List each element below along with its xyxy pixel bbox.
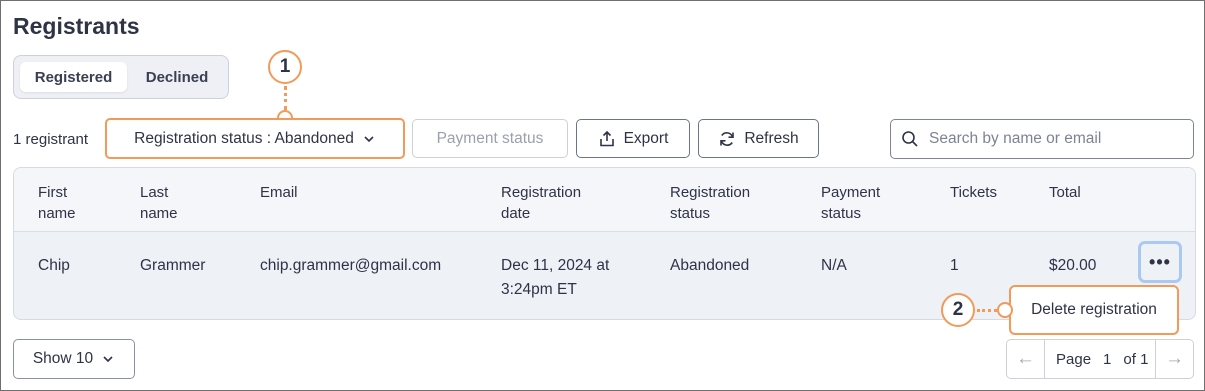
refresh-label: Refresh xyxy=(744,129,799,147)
registration-status-label: Registration status : Abandoned xyxy=(134,129,354,147)
pagination: ← Page 1 of 1 → xyxy=(1006,339,1194,379)
registrant-count: 1 registrant xyxy=(13,131,89,148)
refresh-button[interactable]: Refresh xyxy=(698,119,819,158)
export-icon xyxy=(599,130,614,146)
page-size-dropdown[interactable]: Show 10 xyxy=(13,339,135,379)
callout-2-connector xyxy=(977,309,997,312)
header-last-name: Last name xyxy=(140,184,178,222)
cell-email: chip.grammer@gmail.com xyxy=(260,257,442,274)
tab-registered[interactable]: Registered xyxy=(20,62,127,92)
refresh-icon xyxy=(720,131,735,146)
chevron-down-icon xyxy=(364,135,374,142)
row-actions-button[interactable]: ••• xyxy=(1138,241,1182,283)
header-registration-status: Registration status xyxy=(670,184,751,222)
header-payment-status: Payment status xyxy=(821,184,881,222)
callout-2: 2 xyxy=(941,293,975,327)
page-size-label: Show 10 xyxy=(32,350,94,367)
payment-status-label: Payment status xyxy=(436,129,544,147)
cell-total: $20.00 xyxy=(1049,257,1097,274)
page-title: Registrants xyxy=(13,13,140,39)
cell-last-name: Grammer xyxy=(140,257,206,274)
page-label: Page xyxy=(1056,350,1092,368)
cell-tickets: 1 xyxy=(950,257,959,274)
export-button[interactable]: Export xyxy=(576,119,690,158)
search-icon xyxy=(902,131,918,147)
callout-1-connector xyxy=(284,86,287,110)
page-total: of 1 xyxy=(1123,350,1149,368)
search-input[interactable] xyxy=(929,130,1179,148)
cell-registration-date: Dec 11, 2024 at 3:24pm ET xyxy=(501,257,610,298)
export-label: Export xyxy=(623,129,669,147)
header-first-name: First name xyxy=(38,184,76,222)
next-page-button[interactable]: → xyxy=(1155,340,1193,378)
payment-status-dropdown[interactable]: Payment status xyxy=(412,119,568,158)
tab-declined[interactable]: Declined xyxy=(132,62,222,92)
more-icon: ••• xyxy=(1149,252,1171,272)
header-total: Total xyxy=(1049,184,1081,201)
header-email: Email xyxy=(260,184,298,201)
search-box[interactable] xyxy=(890,119,1194,159)
cell-registration-status: Abandoned xyxy=(670,257,750,274)
registration-status-dropdown[interactable]: Registration status : Abandoned xyxy=(105,118,405,159)
delete-registration-menu-item[interactable]: Delete registration xyxy=(1009,285,1179,335)
callout-1: 1 xyxy=(268,50,302,84)
prev-page-button[interactable]: ← xyxy=(1007,340,1045,378)
header-tickets: Tickets xyxy=(950,184,997,201)
page-current[interactable]: 1 xyxy=(1103,351,1111,368)
cell-payment-status: N/A xyxy=(821,257,847,274)
cell-first-name: Chip xyxy=(38,257,70,274)
status-tabs: Registered Declined xyxy=(13,55,229,99)
header-registration-date: Registration date xyxy=(501,184,582,222)
callout-2-anchor xyxy=(997,302,1013,318)
chevron-down-icon xyxy=(103,356,113,363)
delete-registration-label: Delete registration xyxy=(1031,301,1157,318)
table-header: First name Last name Email Registration dat… xyxy=(14,168,1195,232)
